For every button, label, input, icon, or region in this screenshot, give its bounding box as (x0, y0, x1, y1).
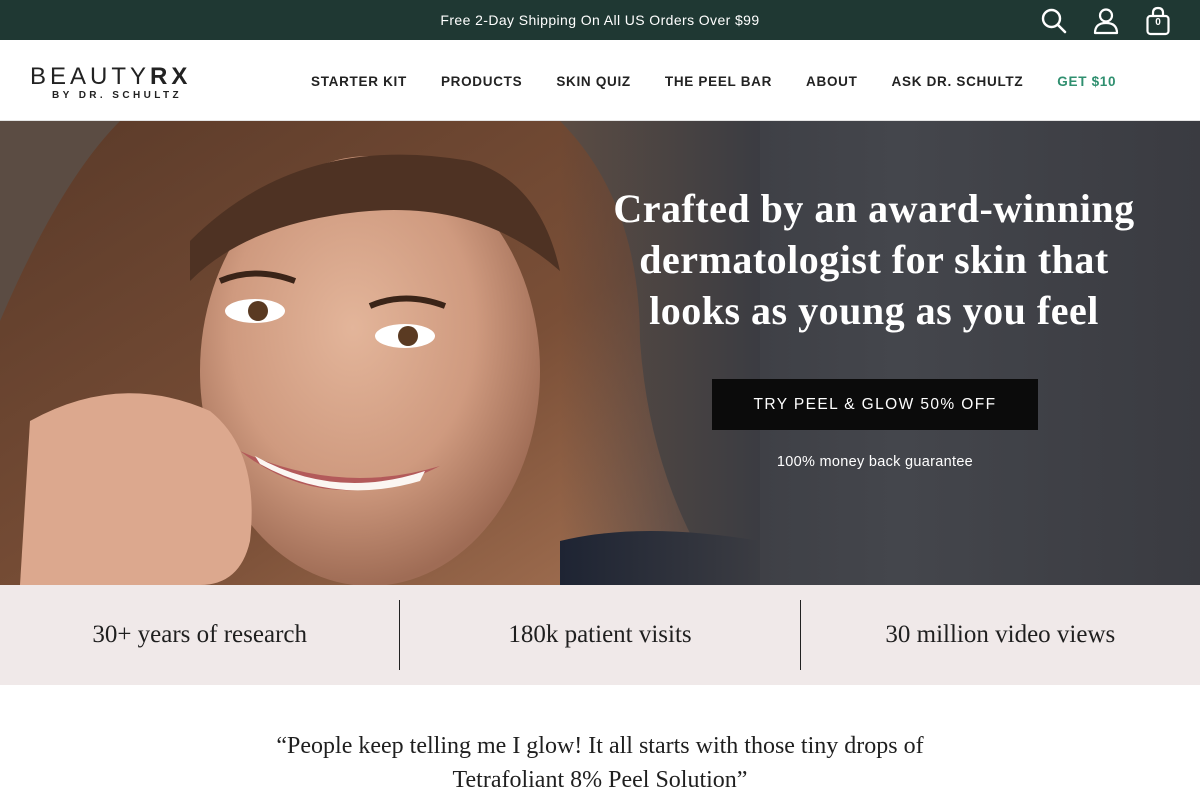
nav-about[interactable]: ABOUT (806, 74, 858, 89)
cart-count: 0 (1155, 17, 1161, 28)
cart-icon[interactable]: 0 (1142, 6, 1174, 36)
search-icon[interactable] (1038, 6, 1070, 36)
main-nav: STARTER KIT PRODUCTS SKIN QUIZ THE PEEL … (294, 74, 1133, 89)
utility-icons: 0 (1038, 6, 1174, 36)
logo-subtitle: BY DR. SCHULTZ (52, 90, 183, 101)
site-header: BEAUTYRX BY DR. SCHULTZ STARTER KIT PROD… (0, 40, 1200, 121)
account-icon[interactable] (1090, 6, 1122, 36)
hero-banner: Crafted by an award-winning dermatologis… (0, 121, 1200, 585)
stat-patient-visits: 180k patient visits (508, 621, 692, 648)
stat-research: 30+ years of research (92, 621, 307, 648)
shipping-message: Free 2-Day Shipping On All US Orders Ove… (440, 12, 760, 28)
nav-products[interactable]: PRODUCTS (441, 74, 522, 89)
brand-logo[interactable]: BEAUTYRX BY DR. SCHULTZ (30, 64, 200, 104)
nav-get-10[interactable]: GET $10 (1057, 74, 1116, 89)
testimonial-quote: “People keep telling me I glow! It all s… (276, 733, 924, 793)
try-peel-glow-button[interactable]: TRY PEEL & GLOW 50% OFF (712, 379, 1038, 430)
nav-skin-quiz[interactable]: SKIN QUIZ (556, 74, 631, 89)
hero-headline: Crafted by an award-winning dermatologis… (613, 186, 1135, 333)
nav-starter-kit[interactable]: STARTER KIT (311, 74, 407, 89)
logo-wordmark: BEAUTY (30, 63, 151, 90)
stats-strip: 30+ years of research 180k patient visit… (0, 585, 1200, 685)
nav-the-peel-bar[interactable]: THE PEEL BAR (665, 74, 772, 89)
announcement-bar: Free 2-Day Shipping On All US Orders Ove… (0, 0, 1200, 40)
money-back-guarantee: 100% money back guarantee (776, 454, 974, 470)
stat-video-views: 30 million video views (885, 621, 1116, 648)
nav-ask-dr-schultz[interactable]: ASK DR. SCHULTZ (892, 74, 1024, 89)
logo-rx: RX (150, 63, 192, 90)
